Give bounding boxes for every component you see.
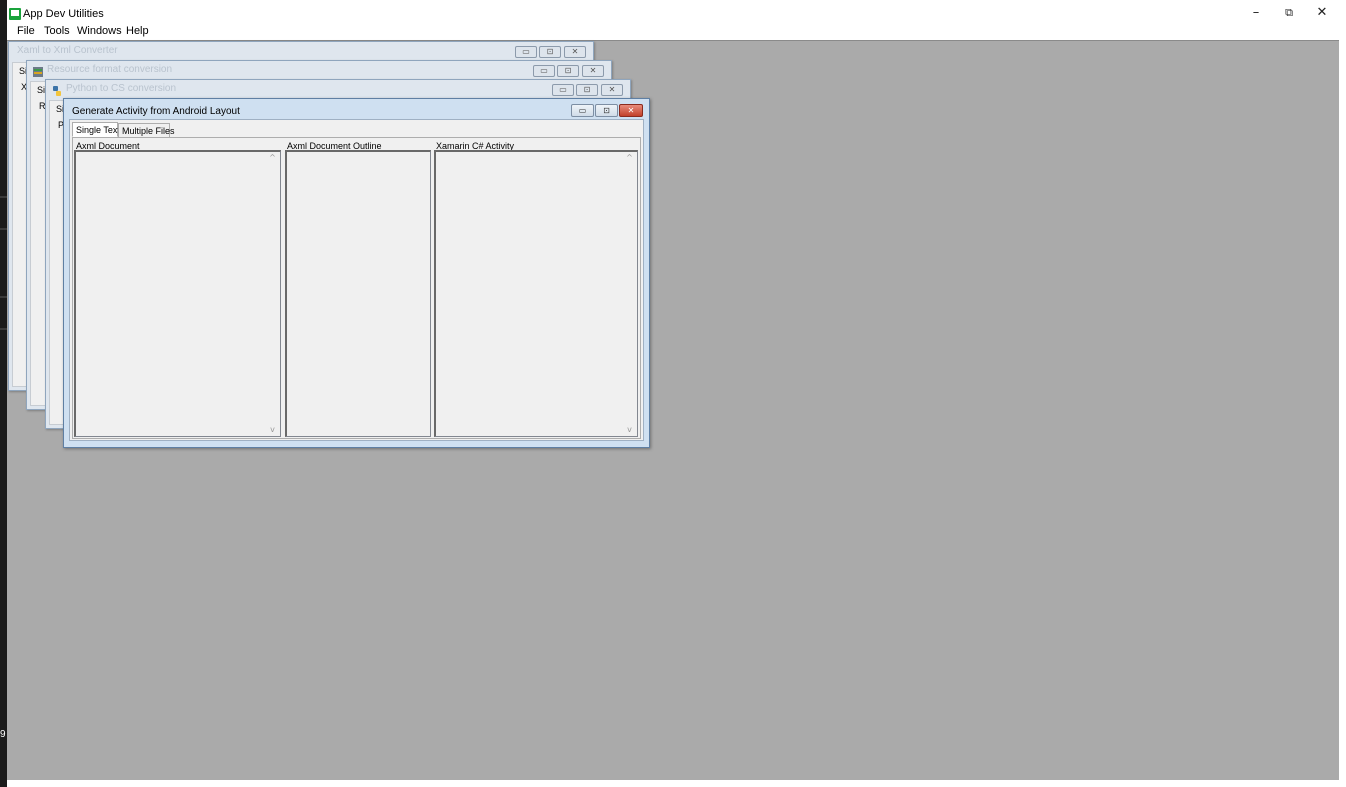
axml-outline-tree[interactable] [285,150,431,437]
axml-document-textbox[interactable]: ^ v [74,150,281,437]
app-title: App Dev Utilities [23,8,104,20]
child-minimize-button[interactable]: ▭ [571,104,594,117]
menu-file[interactable]: File [17,25,35,37]
child-close-button[interactable]: ✕ [582,65,604,77]
tab-multiple-files[interactable]: Multiple Files [118,123,175,138]
csharp-activity-textbox[interactable]: ^ v [434,150,638,437]
single-text-panel: Axml Document Axml Document Outline Xama… [72,137,641,439]
child-close-button[interactable]: ✕ [564,46,586,58]
child-window-title: Xaml to Xml Converter [17,45,118,56]
child-maximize-button[interactable]: ⊡ [576,84,598,96]
edge-tick [0,228,7,230]
tab-label-fragment[interactable]: Si [37,85,45,95]
child-window-title: Python to CS conversion [66,83,177,94]
child-maximize-button[interactable]: ⊡ [557,65,579,77]
child-minimize-button[interactable]: ▭ [552,84,574,96]
edge-label: 9 [0,729,6,740]
child-minimize-button[interactable]: ▭ [533,65,555,77]
child-maximize-button[interactable]: ⊡ [539,46,561,58]
scroll-down-arrow-icon[interactable]: v [268,426,277,434]
child-window-title: Generate Activity from Android Layout [72,106,240,117]
scroll-up-arrow-icon[interactable]: ^ [268,154,277,162]
child-close-button[interactable]: ✕ [601,84,623,96]
tab-single-text[interactable]: Single Text [72,122,120,137]
child-minimize-button[interactable]: ▭ [515,46,537,58]
desktop-left-edge: 9 [0,0,7,787]
edge-tick [0,328,7,330]
edge-tick [0,196,7,198]
menu-help[interactable]: Help [126,25,149,37]
child-close-button[interactable]: ✕ [619,104,643,117]
child-window-title: Resource format conversion [47,64,173,75]
menu-windows[interactable]: Windows [77,25,122,37]
python-icon [52,85,62,96]
child-window-generate-activity[interactable]: Generate Activity from Android Layout ▭ … [63,98,650,448]
child-window-body: Single Text Multiple Files Axml Document… [69,119,644,441]
menu-bar: File Tools Windows Help [7,24,1339,40]
edge-tick [0,296,7,298]
minimize-button[interactable]: – [1241,4,1271,22]
resource-app-icon [33,66,43,77]
scroll-down-arrow-icon[interactable]: v [625,426,634,434]
app-logo-icon [9,8,21,20]
title-bar[interactable]: App Dev Utilities – ⧉ ✕ [7,0,1339,24]
restore-button[interactable]: ⧉ [1274,4,1304,22]
child-maximize-button[interactable]: ⊡ [595,104,618,117]
close-button[interactable]: ✕ [1307,4,1337,22]
scroll-up-arrow-icon[interactable]: ^ [625,154,634,162]
menu-tools[interactable]: Tools [44,25,70,37]
